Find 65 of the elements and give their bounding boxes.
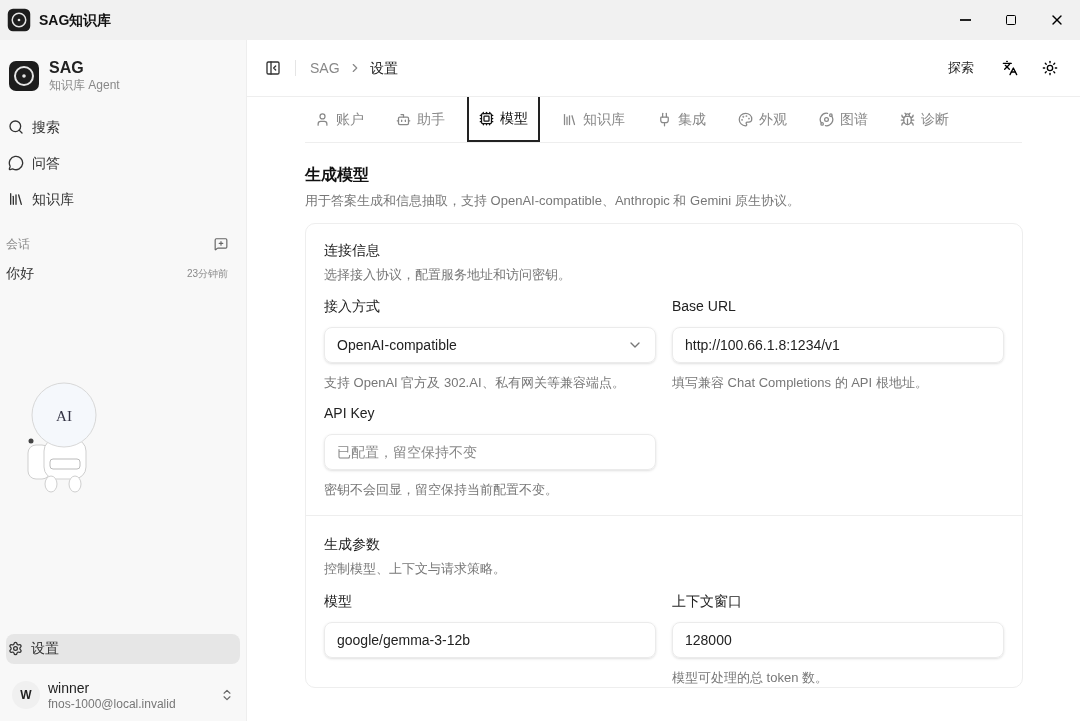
field-label: 模型 bbox=[324, 591, 353, 611]
logo-icon bbox=[8, 59, 40, 92]
settings-tab[interactable]: 账户 bbox=[305, 97, 374, 142]
books-icon bbox=[8, 191, 24, 207]
nav-item[interactable]: 问答 bbox=[6, 147, 240, 179]
nav-item[interactable]: 搜索 bbox=[6, 111, 240, 143]
user-avatar: W bbox=[12, 681, 40, 710]
palette-icon bbox=[738, 112, 753, 127]
settings-icon bbox=[8, 641, 23, 657]
brand-name: SAG bbox=[49, 58, 85, 78]
settings-nav-item[interactable]: 设置 bbox=[6, 633, 240, 664]
input-field[interactable]: 128000 bbox=[672, 621, 1004, 658]
speech-bubble-icon bbox=[8, 155, 24, 171]
settings-tab[interactable]: 集成 bbox=[647, 97, 716, 142]
help-text: 模型可处理的总 token 数。 bbox=[672, 668, 830, 687]
page-description: 用于答案生成和信息抽取，支持 OpenAI-compatible、Anthropic 和 Gemini 原生协议。 bbox=[305, 192, 801, 210]
search-icon bbox=[8, 119, 24, 135]
section-description: 控制模型、上下文与请求策略。 bbox=[324, 560, 507, 578]
orbit-icon bbox=[819, 112, 834, 127]
nav-item[interactable]: 知识库 bbox=[6, 183, 240, 215]
session-item[interactable]: 你好 23分钟前 bbox=[6, 255, 240, 291]
breadcrumb-item: 设置 bbox=[369, 58, 398, 78]
astronaut-drawing: AI bbox=[18, 379, 110, 495]
user-name: winner bbox=[48, 679, 90, 697]
input-field[interactable]: http://100.66.1.8:1234/v1 bbox=[672, 327, 1004, 363]
help-text: 填写兼容 Chat Completions 的 API 根地址。 bbox=[672, 374, 929, 392]
field-label: 接入方式 bbox=[324, 297, 381, 316]
help-text: 密钥不会回显，留空保持当前配置不变。 bbox=[324, 480, 559, 499]
breadcrumb-item[interactable]: SAG bbox=[310, 57, 340, 79]
minimize-icon bbox=[959, 19, 971, 21]
section-title: 连接信息 bbox=[324, 240, 381, 260]
sidebar-toggle-icon[interactable] bbox=[265, 60, 281, 76]
explore-button[interactable]: 探索 bbox=[940, 54, 982, 82]
window-title: SAG知识库 bbox=[39, 10, 112, 30]
chip-icon bbox=[479, 111, 494, 126]
new-chat-icon[interactable] bbox=[214, 237, 228, 251]
section-title: 生成参数 bbox=[324, 535, 381, 554]
books-icon bbox=[562, 112, 577, 127]
page-title: 生成模型 bbox=[305, 165, 370, 185]
protocol-select[interactable]: OpenAI-compatible bbox=[324, 327, 656, 363]
help-text: 支持 OpenAI 官方及 302.AI、私有网关等兼容端点。 bbox=[324, 374, 626, 392]
settings-tab[interactable]: 知识库 bbox=[552, 97, 635, 142]
section-description: 选择接入协议，配置服务地址和访问密钥。 bbox=[324, 265, 572, 284]
settings-tab[interactable]: 模型 bbox=[467, 97, 540, 142]
user-email: fnos-1000@local.invalid bbox=[48, 696, 176, 711]
section-heading: 会话 bbox=[6, 236, 30, 253]
field-label: 上下文窗口 bbox=[672, 591, 743, 611]
settings-tab[interactable]: 助手 bbox=[386, 97, 455, 142]
logo-icon bbox=[7, 8, 31, 32]
user-menu[interactable]: W winner fnos-1000@local.invalid bbox=[6, 669, 240, 721]
field-label: Base URL bbox=[672, 297, 737, 316]
robot-icon bbox=[396, 112, 411, 127]
bug-icon bbox=[900, 112, 915, 127]
plug-icon bbox=[657, 112, 672, 127]
session-title: 你好 bbox=[6, 263, 34, 283]
settings-tab[interactable]: 外观 bbox=[728, 97, 797, 142]
input-field[interactable]: 已配置，留空保持不变 bbox=[324, 433, 656, 470]
person-icon bbox=[315, 112, 330, 127]
settings-tab[interactable]: 诊断 bbox=[890, 97, 959, 142]
brand-subtitle: 知识库 Agent bbox=[49, 78, 120, 93]
maximize-icon bbox=[1005, 14, 1017, 26]
session-time: 23分钟前 bbox=[186, 266, 228, 281]
field-label: API Key bbox=[324, 403, 376, 423]
settings-tab[interactable]: 图谱 bbox=[809, 97, 878, 142]
input-field[interactable]: google/gemma-3-12b bbox=[324, 621, 656, 658]
